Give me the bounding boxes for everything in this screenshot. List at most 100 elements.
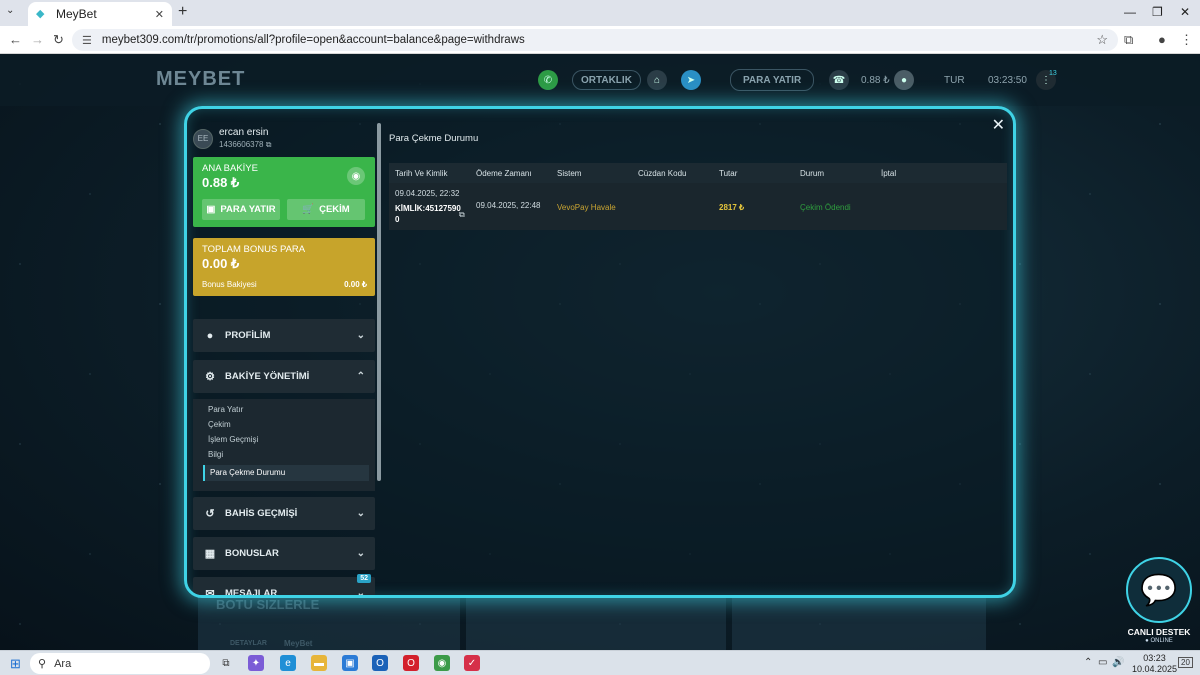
row-id-text: KİMLİK:45127590 bbox=[395, 204, 461, 213]
task-view-icon[interactable]: ⧉ bbox=[218, 655, 234, 671]
menu-bonuses[interactable]: ▦ BONUSLAR ⌄ bbox=[193, 537, 375, 570]
language-select[interactable]: TUR bbox=[944, 75, 965, 86]
partnership-button[interactable]: ORTAKLIK bbox=[572, 70, 641, 90]
row-status: Çekim Ödendi bbox=[800, 203, 851, 212]
live-support-widget[interactable]: 💬 CANLI DESTEK ● ONLINE bbox=[1126, 557, 1192, 647]
deposit-button[interactable]: ▣ PARA YATIR bbox=[202, 199, 280, 220]
phone-icon[interactable]: ☎ bbox=[829, 70, 849, 90]
minimize-icon[interactable]: — bbox=[1124, 5, 1136, 19]
row-payment-time: 09.04.2025, 22:48 bbox=[476, 201, 541, 210]
opera-icon[interactable]: O bbox=[403, 655, 419, 671]
whatsapp-icon[interactable]: ✆ bbox=[538, 70, 558, 90]
menu-messages-label: MESAJLAR bbox=[225, 588, 278, 598]
menu-messages[interactable]: ✉ MESAJLAR ⌄ 52 bbox=[193, 574, 375, 598]
menu-profile-label: PROFİLİM bbox=[225, 330, 271, 341]
submenu-withdraw-status[interactable]: Para Çekme Durumu bbox=[203, 465, 369, 481]
close-window-icon[interactable]: ✕ bbox=[1180, 5, 1190, 19]
close-tab-icon[interactable]: ✕ bbox=[155, 8, 164, 21]
submenu-deposit[interactable]: Para Yatır bbox=[208, 405, 243, 414]
user-icon[interactable]: ● bbox=[894, 70, 914, 90]
withdraw-button[interactable]: 🛒 ÇEKİM bbox=[287, 199, 365, 220]
file-explorer-icon[interactable]: ▬ bbox=[311, 655, 327, 671]
menu-balance-label: BAKİYE YÖNETİMİ bbox=[225, 371, 310, 382]
submenu-history[interactable]: İşlem Geçmişi bbox=[208, 435, 258, 444]
site-logo[interactable]: MEYBET bbox=[156, 68, 245, 91]
row-id: KİMLİK:45127590 0 bbox=[395, 203, 461, 225]
account-sidebar: EE ercan ersin 1436606378 ⧉ ANA BAKİYE 0… bbox=[191, 123, 377, 598]
promo-banner-3[interactable] bbox=[732, 596, 986, 650]
live-support-status: ● ONLINE bbox=[1145, 638, 1173, 644]
cart-icon: 🛒 bbox=[302, 204, 315, 215]
chevron-up-icon: ⌃ bbox=[356, 371, 365, 382]
copy-icon[interactable]: ⧉ bbox=[459, 210, 465, 220]
tray-chevron-icon[interactable]: ⌃ bbox=[1084, 657, 1092, 668]
chrome-icon[interactable]: ◉ bbox=[434, 655, 450, 671]
reload-icon[interactable]: ↻ bbox=[53, 32, 64, 48]
withdraw-table: Tarih Ve Kimlik Ödeme Zamanı Sistem Cüzd… bbox=[389, 163, 1007, 230]
bookmark-star-icon[interactable]: ☆ bbox=[1096, 32, 1108, 48]
new-tab-icon[interactable]: + bbox=[178, 3, 187, 21]
col-system: Sistem bbox=[557, 168, 582, 178]
col-payment-time: Ödeme Zamanı bbox=[476, 168, 532, 178]
col-date-id: Tarih Ve Kimlik bbox=[395, 168, 448, 178]
table-row: 09.04.2025, 22:32 KİMLİK:45127590 0 ⧉ 09.… bbox=[389, 183, 1007, 230]
taskbar-clock[interactable]: 03:23 10.04.2025 bbox=[1132, 653, 1177, 675]
main-balance-card: ANA BAKİYE 0.88 ₺ ◉ ▣ PARA YATIR 🛒 ÇEKİM bbox=[193, 157, 375, 227]
chevron-down-icon: ⌄ bbox=[356, 508, 365, 519]
app-icon[interactable]: ✓ bbox=[464, 655, 480, 671]
browser-nav-bar: ← → ↻ ☰ meybet309.com/tr/promotions/all?… bbox=[0, 26, 1200, 54]
submenu-info[interactable]: Bilgi bbox=[208, 450, 223, 459]
address-bar[interactable]: ☰ meybet309.com/tr/promotions/all?profil… bbox=[72, 29, 1118, 51]
withdraw-label: ÇEKİM bbox=[319, 204, 350, 215]
profile-avatar-icon[interactable]: ● bbox=[1158, 32, 1166, 47]
tab-search-chevron-icon[interactable]: ⌄ bbox=[6, 5, 14, 16]
menu-profile[interactable]: ● PROFİLİM ⌄ bbox=[193, 319, 375, 352]
restore-icon[interactable]: ❐ bbox=[1152, 5, 1163, 19]
browser-tab[interactable]: ◆ MeyBet ✕ bbox=[28, 2, 172, 26]
balance-submenu: Para Yatır Çekim İşlem Geçmişi Bilgi Par… bbox=[193, 399, 375, 491]
back-icon[interactable]: ← bbox=[9, 32, 22, 47]
windows-start-icon[interactable]: ⊞ bbox=[10, 656, 21, 672]
taskbar-date: 10.04.2025 bbox=[1132, 664, 1178, 674]
menu-balance-management[interactable]: ⚙ BAKİYE YÖNETİMİ ⌃ bbox=[193, 360, 375, 393]
chat-bubble-icon[interactable]: 💬 bbox=[1126, 557, 1192, 623]
copilot-icon[interactable]: ✦ bbox=[248, 655, 264, 671]
sidebar-scrollbar[interactable] bbox=[377, 123, 381, 481]
extensions-icon[interactable]: ⧉ bbox=[1124, 32, 1133, 48]
site-info-icon[interactable]: ☰ bbox=[82, 34, 92, 47]
browser-menu-icon[interactable]: ⋮ bbox=[1180, 32, 1193, 48]
copy-id-icon[interactable]: ⧉ bbox=[266, 140, 272, 149]
meybet-favicon-icon: ◆ bbox=[36, 8, 45, 20]
taskbar-search-label: Ara bbox=[54, 657, 72, 670]
bonus-amount: 0.00 ₺ bbox=[202, 256, 240, 271]
taskbar-search[interactable]: ⚲ Ara bbox=[30, 653, 210, 674]
tab-title: MeyBet bbox=[56, 7, 97, 21]
telegram-icon[interactable]: ➤ bbox=[681, 70, 701, 90]
chevron-down-icon: ⌄ bbox=[356, 588, 365, 598]
gear-icon: ⚙ bbox=[205, 371, 215, 383]
browser-tab-bar: ⌄ ◆ MeyBet ✕ + — ❐ ✕ bbox=[0, 0, 1200, 26]
store-icon[interactable]: ▣ bbox=[342, 655, 358, 671]
network-icon[interactable]: ▭ bbox=[1098, 657, 1107, 668]
bank-icon[interactable]: ⌂ bbox=[647, 70, 667, 90]
header-deposit-button[interactable]: PARA YATIR bbox=[730, 69, 815, 91]
promo-banner-2[interactable] bbox=[466, 596, 726, 650]
outlook-icon[interactable]: O bbox=[372, 655, 388, 671]
details-label: DETAYLAR bbox=[230, 640, 267, 647]
submenu-withdraw[interactable]: Çekim bbox=[208, 420, 231, 429]
menu-bonuses-label: BONUSLAR bbox=[225, 548, 279, 559]
gift-icon: ▦ bbox=[204, 548, 216, 560]
bonus-row-value: 0.00 ₺ bbox=[344, 280, 367, 289]
volume-icon[interactable]: 🔊 bbox=[1112, 657, 1124, 668]
menu-bet-history[interactable]: ↺ BAHİS GEÇMİŞİ ⌄ bbox=[193, 497, 375, 530]
user-name: ercan ersin bbox=[219, 127, 269, 138]
notifications-badge[interactable]: 20 bbox=[1178, 657, 1193, 668]
main-balance-title: ANA BAKİYE bbox=[202, 163, 258, 174]
forward-icon[interactable]: → bbox=[31, 32, 44, 47]
eye-icon[interactable]: ◉ bbox=[347, 167, 365, 185]
bonus-card: TOPLAM BONUS PARA 0.00 ₺ Bonus Bakiyesi … bbox=[193, 238, 375, 296]
user-id: 1436606378 bbox=[219, 140, 264, 149]
table-header: Tarih Ve Kimlik Ödeme Zamanı Sistem Cüzd… bbox=[389, 163, 1007, 183]
edge-icon[interactable]: e bbox=[280, 655, 296, 671]
profile-modal: ✕ EE ercan ersin 1436606378 ⧉ ANA BAKİYE… bbox=[184, 106, 1016, 598]
